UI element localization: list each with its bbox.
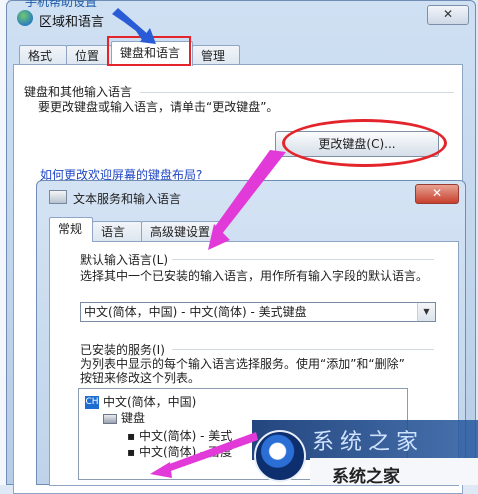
magenta-arrow-icon (214, 150, 286, 234)
magenta-arrow-icon-2 (164, 432, 258, 472)
blue-arrow-icon (112, 8, 150, 40)
annotation-arrows (112, 8, 286, 478)
